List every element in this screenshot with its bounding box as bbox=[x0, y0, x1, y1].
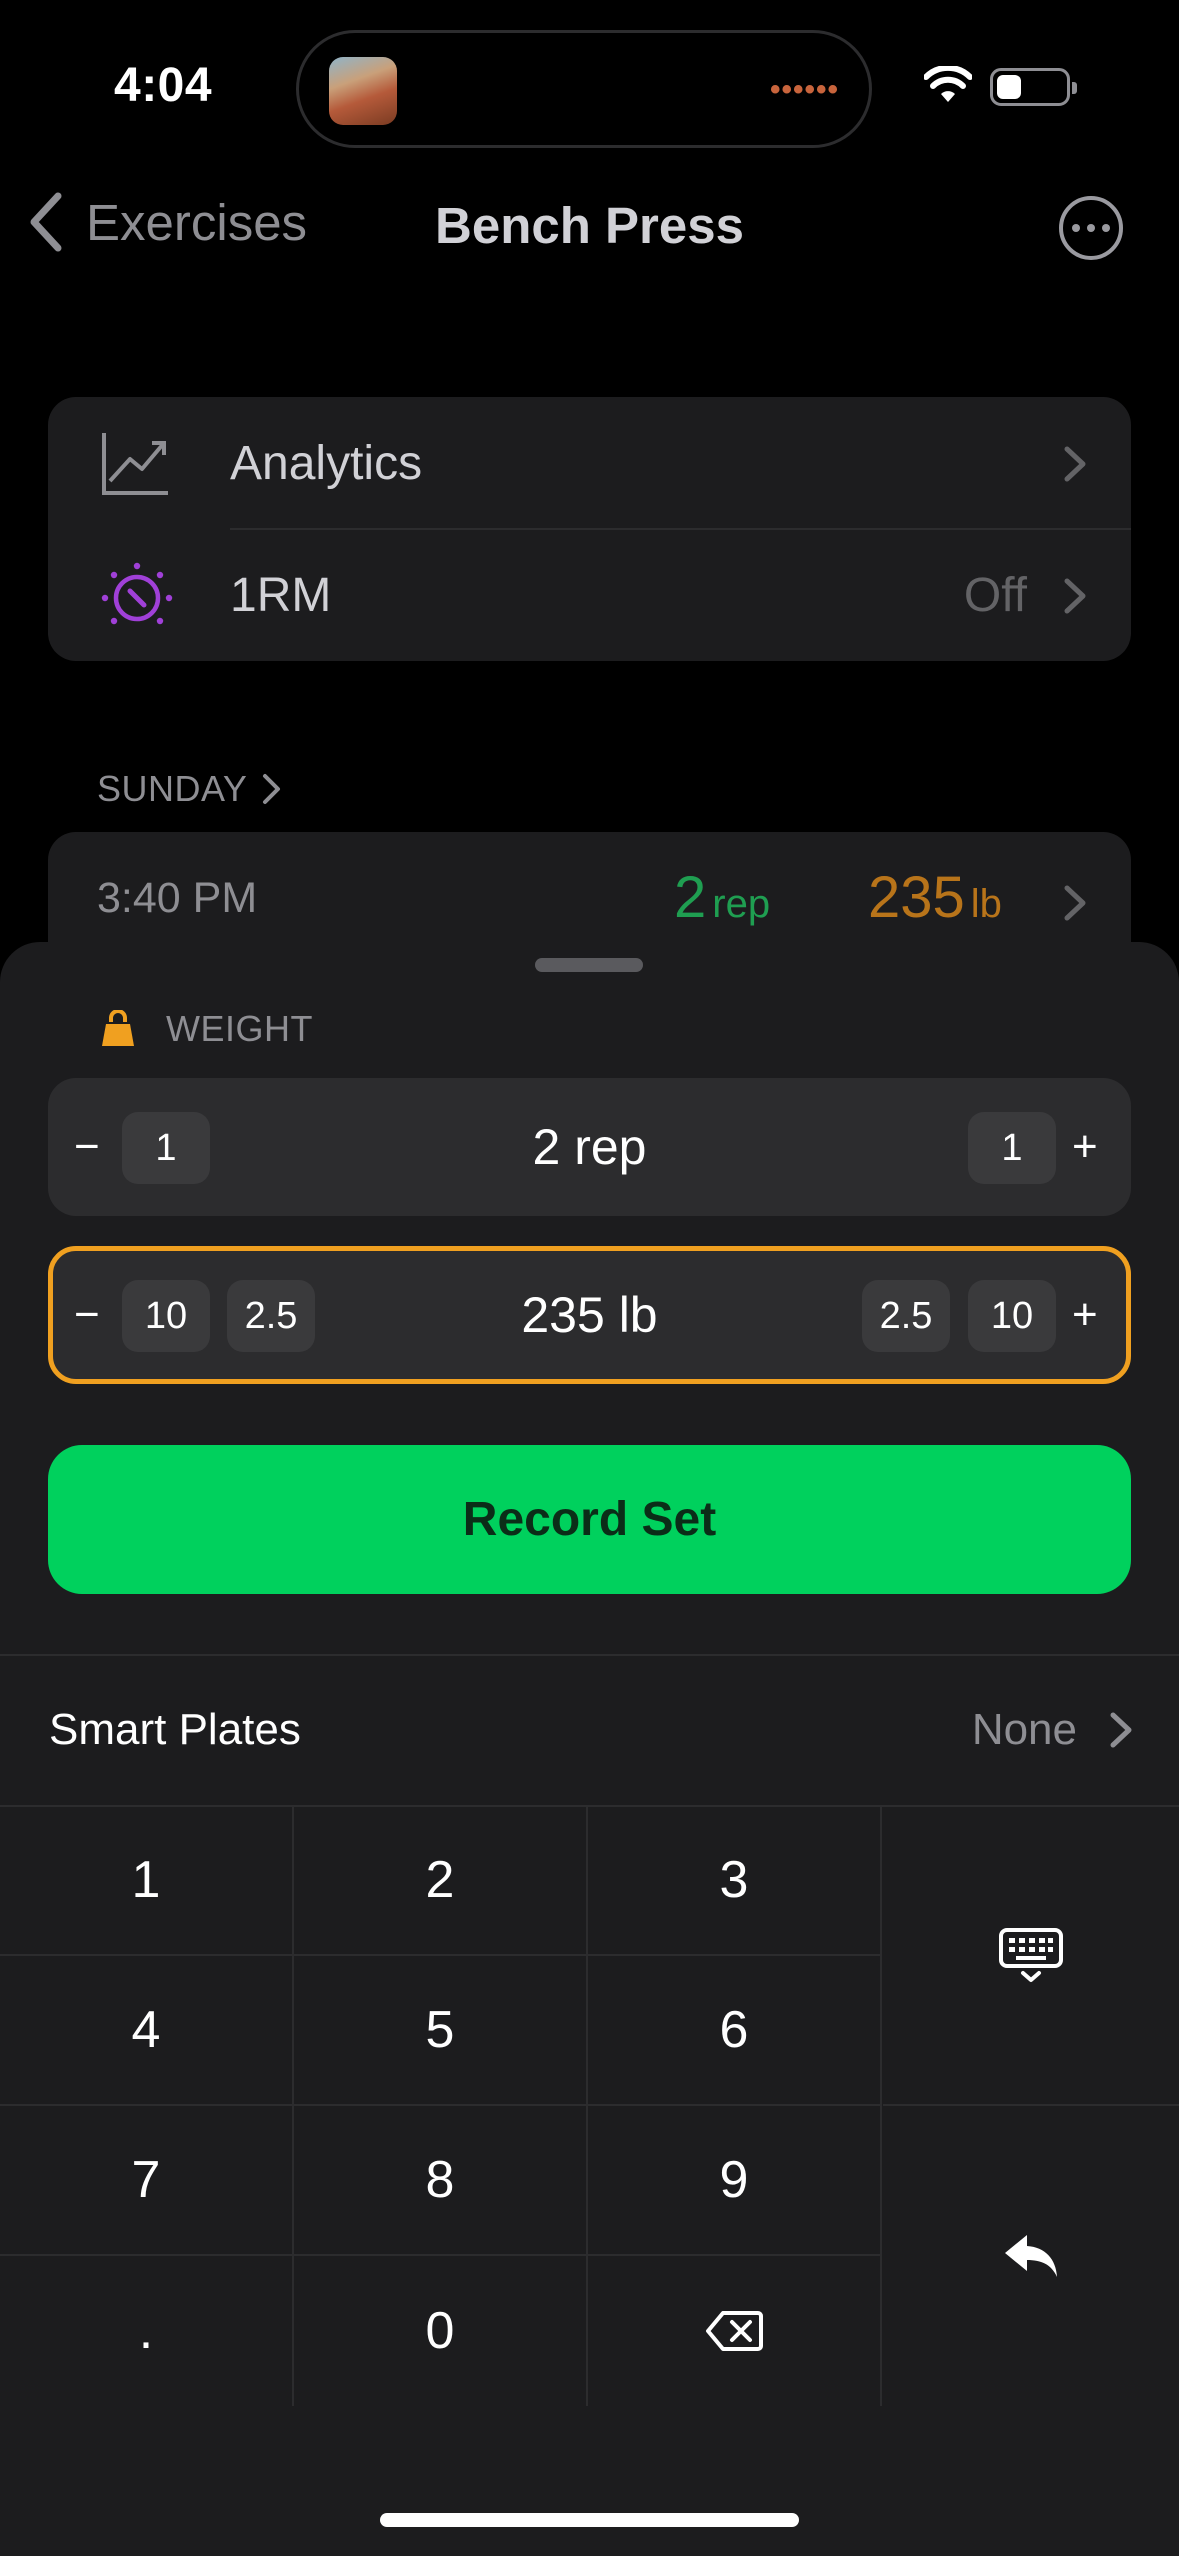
set-weight: 235 lb bbox=[868, 864, 1002, 931]
set-reps: 2 rep bbox=[674, 864, 770, 931]
set-weight-unit: lb bbox=[970, 882, 1002, 926]
battery-icon bbox=[990, 68, 1077, 106]
key-2[interactable]: 2 bbox=[294, 1806, 588, 1956]
analytics-row[interactable]: Analytics bbox=[48, 397, 1131, 530]
reps-stepper: − 1 2 rep 1 + bbox=[48, 1078, 1131, 1216]
status-time: 4:04 bbox=[114, 59, 213, 112]
key-5[interactable]: 5 bbox=[294, 1956, 588, 2106]
key-4[interactable]: 4 bbox=[0, 1956, 294, 2106]
key-6[interactable]: 6 bbox=[588, 1956, 882, 2106]
record-set-button[interactable]: Record Set bbox=[48, 1445, 1131, 1594]
key-9[interactable]: 9 bbox=[588, 2106, 882, 2256]
analytics-label: Analytics bbox=[230, 436, 423, 490]
key-3[interactable]: 3 bbox=[588, 1806, 882, 1956]
chevron-right-icon bbox=[1064, 446, 1086, 482]
numeric-keypad: 1 2 3 4 5 6 7 8 9 . 0 bbox=[0, 1806, 1179, 2408]
sheet-grabber[interactable] bbox=[535, 958, 643, 972]
weight-stepper: − 10 2.5 235 lb 2.5 10 + bbox=[48, 1246, 1131, 1384]
chevron-right-icon bbox=[1110, 1712, 1132, 1748]
chart-line-icon bbox=[102, 433, 168, 495]
reps-plus-button[interactable]: + bbox=[1072, 1078, 1098, 1216]
key-0[interactable]: 0 bbox=[294, 2256, 588, 2406]
smart-plates-row[interactable]: Smart Plates None bbox=[0, 1655, 1179, 1805]
smart-plates-label: Smart Plates bbox=[49, 1705, 301, 1754]
set-time: 3:40 PM bbox=[97, 874, 258, 922]
day-label: SUNDAY bbox=[97, 768, 248, 809]
backspace-key[interactable] bbox=[588, 2256, 882, 2406]
more-options-button[interactable] bbox=[1059, 196, 1123, 260]
sheet-type-label: WEIGHT bbox=[100, 1008, 313, 1050]
one-rep-max-row[interactable]: 1RM Off bbox=[48, 529, 1131, 661]
key-8[interactable]: 8 bbox=[294, 2106, 588, 2256]
set-reps-unit: rep bbox=[712, 882, 771, 926]
island-activity-dots: •••••• bbox=[769, 73, 839, 106]
set-weight-value: 235 bbox=[868, 865, 965, 930]
weight-value[interactable]: 235 lb bbox=[53, 1286, 1126, 1344]
gauge-dial-icon bbox=[101, 562, 173, 625]
weight-plus-button[interactable]: + bbox=[1072, 1251, 1098, 1379]
dynamic-island[interactable]: •••••• bbox=[296, 30, 872, 148]
day-section-header[interactable]: SUNDAY bbox=[97, 768, 283, 810]
weight-increment-10-chip[interactable]: 10 bbox=[968, 1280, 1056, 1352]
page-title: Bench Press bbox=[435, 197, 744, 254]
key-7[interactable]: 7 bbox=[0, 2106, 294, 2256]
chevron-right-icon bbox=[1064, 578, 1086, 614]
hide-keyboard-key[interactable] bbox=[883, 1806, 1179, 2106]
set-reps-value: 2 bbox=[674, 865, 707, 930]
home-indicator[interactable] bbox=[380, 2513, 799, 2527]
key-decimal[interactable]: . bbox=[0, 2256, 294, 2406]
sheet-type-text: WEIGHT bbox=[166, 1008, 313, 1049]
exercise-settings-card: Analytics 1RM Off bbox=[48, 397, 1131, 661]
chevron-right-icon bbox=[1064, 885, 1086, 921]
keyboard-icon bbox=[999, 1928, 1063, 1982]
chevron-right-icon bbox=[263, 774, 281, 804]
kettlebell-icon bbox=[102, 1010, 134, 1046]
set-entry-sheet: WEIGHT − 1 2 rep 1 + − 10 2.5 235 lb 2.5… bbox=[0, 942, 1179, 2556]
one-rep-max-value: Off bbox=[963, 568, 1027, 622]
key-1[interactable]: 1 bbox=[0, 1806, 294, 1956]
more-icon bbox=[1072, 224, 1080, 232]
one-rep-max-label: 1RM bbox=[230, 568, 332, 622]
backspace-icon bbox=[706, 2311, 763, 2351]
undo-key[interactable] bbox=[883, 2106, 1179, 2406]
wifi-icon bbox=[924, 66, 972, 102]
now-playing-artwork bbox=[329, 57, 397, 125]
smart-plates-value: None bbox=[971, 1705, 1077, 1754]
undo-icon bbox=[1005, 2235, 1057, 2277]
weight-increment-2-5-chip[interactable]: 2.5 bbox=[862, 1280, 950, 1352]
reps-increment-chip[interactable]: 1 bbox=[968, 1112, 1056, 1184]
